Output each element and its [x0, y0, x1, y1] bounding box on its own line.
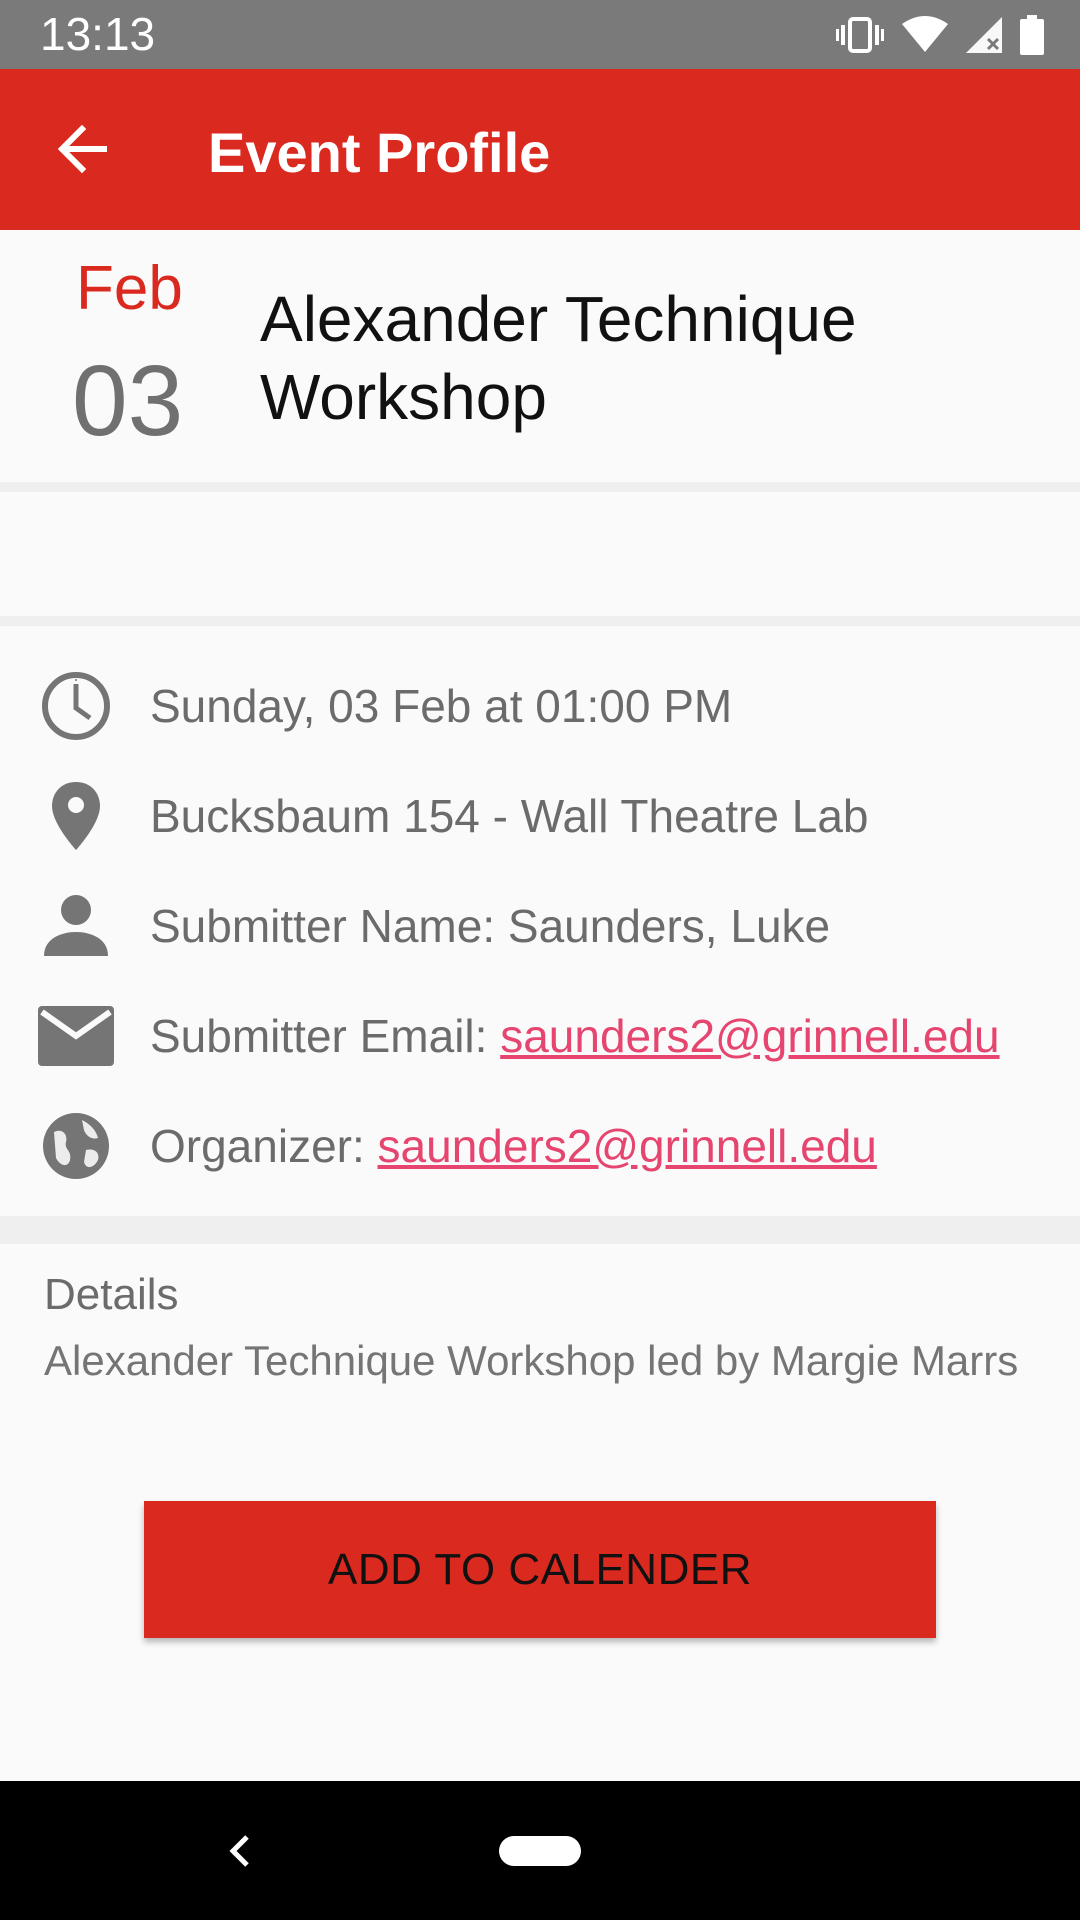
- info-row-organizer: Organizer: saunders2@grinnell.edu: [0, 1086, 1080, 1196]
- blank-section: [0, 492, 1080, 616]
- event-day: 03: [72, 345, 184, 457]
- nav-home-button[interactable]: [499, 1836, 581, 1866]
- submitter-email-row: Submitter Email: saunders2@grinnell.edu: [150, 1008, 1000, 1064]
- app-bar: Event Profile: [0, 69, 1080, 230]
- event-datetime: Sunday, 03 Feb at 01:00 PM: [150, 680, 733, 732]
- clock-icon: [36, 666, 116, 746]
- info-row-submitter-email: Submitter Email: saunders2@grinnell.edu: [0, 976, 1080, 1086]
- event-location: Bucksbaum 154 - Wall Theatre Lab: [150, 790, 869, 842]
- organizer-row: Organizer: saunders2@grinnell.edu: [150, 1118, 877, 1174]
- nav-back-button[interactable]: [210, 1821, 270, 1881]
- add-to-calendar-button[interactable]: ADD TO CALENDER: [144, 1501, 936, 1638]
- page-title: Event Profile: [208, 121, 551, 184]
- status-icons: [836, 14, 1044, 56]
- system-nav-bar: [0, 1781, 1080, 1920]
- location-pin-icon: [36, 776, 116, 856]
- event-month: Feb: [76, 254, 183, 323]
- divider: [0, 1216, 1080, 1244]
- arrow-back-icon: [57, 124, 107, 174]
- signal-icon: [966, 17, 1002, 53]
- email-icon: [36, 996, 116, 1076]
- submitter-email-link[interactable]: saunders2@grinnell.edu: [500, 1010, 999, 1062]
- organizer-email-link[interactable]: saunders2@grinnell.edu: [378, 1120, 877, 1172]
- status-time: 13:13: [40, 8, 156, 60]
- divider: [0, 616, 1080, 626]
- details-body: Alexander Technique Workshop led by Marg…: [44, 1337, 1019, 1384]
- organizer-label: Organizer:: [150, 1120, 378, 1172]
- event-info: Sunday, 03 Feb at 01:00 PM Bucksbaum 154…: [0, 626, 1080, 1216]
- info-row-submitter-name: Submitter Name: Saunders, Luke: [0, 866, 1080, 976]
- event-title: Alexander Technique Workshop: [260, 283, 857, 433]
- person-icon: [36, 886, 116, 966]
- battery-icon: [1020, 15, 1044, 55]
- submitter-email-label: Submitter Email:: [150, 1010, 501, 1062]
- details-heading: Details: [44, 1270, 179, 1319]
- event-header: Feb 03 Alexander Technique Workshop: [0, 230, 1080, 482]
- status-bar: 13:13: [0, 0, 1080, 69]
- wifi-icon: [902, 16, 948, 54]
- info-row-datetime: Sunday, 03 Feb at 01:00 PM: [0, 646, 1080, 756]
- submitter-name: Submitter Name: Saunders, Luke: [150, 900, 831, 952]
- globe-icon: [36, 1106, 116, 1186]
- info-row-location: Bucksbaum 154 - Wall Theatre Lab: [0, 756, 1080, 866]
- divider: [0, 482, 1080, 492]
- chevron-left-icon: [229, 1835, 249, 1867]
- vibrate-icon: [836, 15, 884, 55]
- back-button[interactable]: [42, 109, 122, 189]
